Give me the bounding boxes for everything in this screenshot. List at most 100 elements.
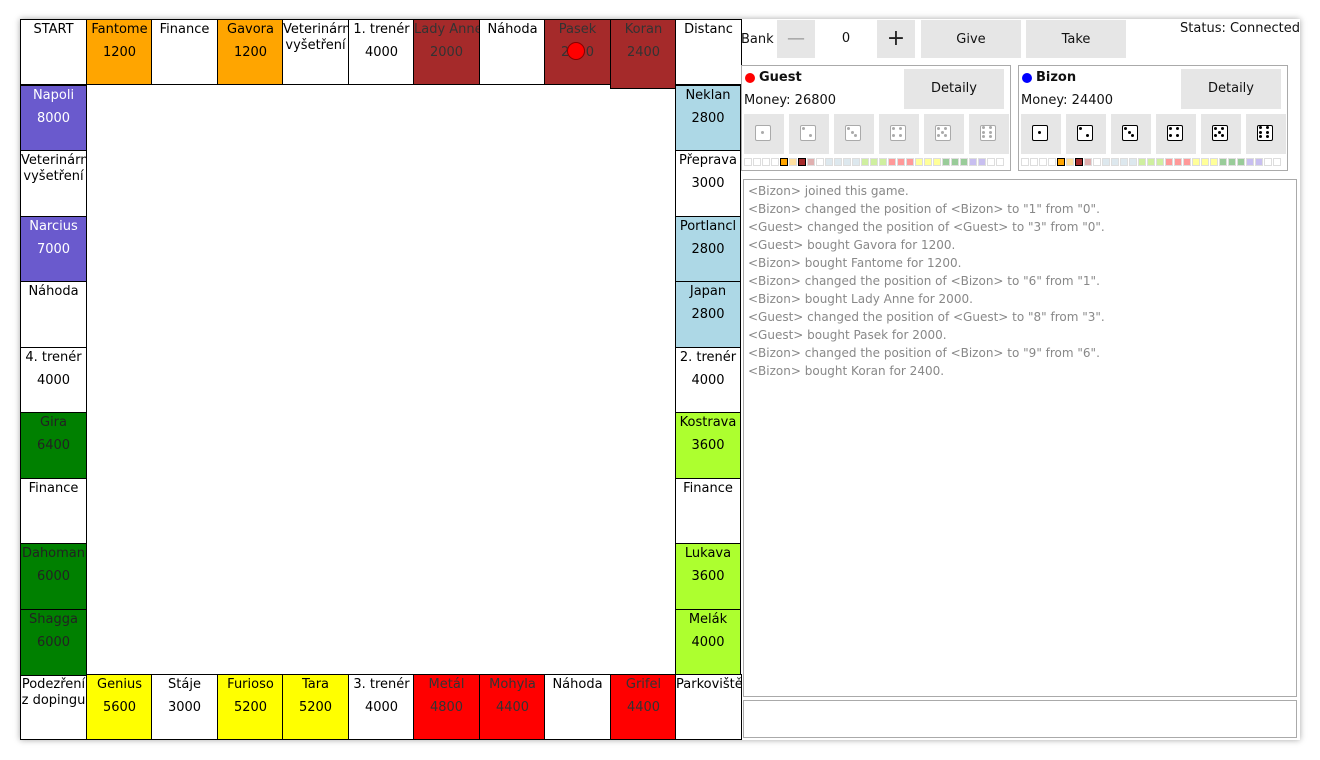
dice-4-button[interactable] — [1156, 114, 1196, 154]
board-cell-japan[interactable]: Japan 2800 — [675, 281, 741, 348]
property-indicator — [1066, 158, 1074, 166]
board-cell-start[interactable]: START — [20, 19, 87, 85]
board-cell-narcius[interactable]: Narcius 7000 — [20, 216, 87, 283]
player-card-bizon: Bizon Money: 24400 Detaily — [1018, 65, 1288, 171]
cell-price: 4000 — [691, 373, 725, 388]
log-entry: <Bizon> bought Fantome for 1200. — [748, 256, 962, 270]
cell-name: Přeprava — [679, 153, 737, 168]
board-cell-dahoman[interactable]: Dahoman 6000 — [20, 543, 87, 610]
property-indicator — [915, 158, 923, 166]
board-cell-portlancl[interactable]: Portlancl 2800 — [675, 216, 741, 283]
cell-name: 4. trenér — [25, 350, 82, 365]
connection-status: Status: Connected — [1180, 21, 1300, 36]
dice-3-button[interactable] — [1111, 114, 1151, 154]
board-cell-preprava[interactable]: Přeprava 3000 — [675, 150, 741, 217]
dice-1-icon — [755, 125, 771, 141]
board-cell-2-trener[interactable]: 2. trenér 4000 — [675, 347, 741, 414]
dice-1-button[interactable] — [1021, 114, 1061, 154]
property-indicator — [1183, 158, 1191, 166]
cell-name: Lukava — [684, 546, 732, 561]
board-cell-metal[interactable]: Metál 4800 — [413, 674, 480, 740]
cell-name: Shagga — [29, 612, 78, 627]
board-cell-mohyla[interactable]: Mohyla 4400 — [479, 674, 546, 740]
property-indicator — [1174, 158, 1182, 166]
player-detail-button[interactable]: Detaily — [1181, 69, 1281, 109]
board-cell-nahoda[interactable]: Náhoda — [544, 674, 611, 740]
board-cell-fantome[interactable]: Fantome 1200 — [86, 19, 153, 85]
player-money: Money: 26800 — [744, 93, 837, 108]
bank-increment-button[interactable]: + — [877, 20, 915, 58]
board-cell-staje[interactable]: Stáje 3000 — [151, 674, 218, 740]
cell-name: 3. trenér — [353, 677, 410, 692]
property-indicator — [978, 158, 986, 166]
player-color-dot — [745, 73, 755, 83]
cell-name: Neklan — [685, 88, 731, 103]
board-cell-shagga[interactable]: Shagga 6000 — [20, 609, 87, 676]
dice-4-button[interactable] — [879, 114, 919, 154]
cell-price: 8000 — [36, 111, 71, 126]
dice-6-button[interactable] — [969, 114, 1009, 154]
dice-row — [1021, 114, 1286, 154]
board-center — [106, 104, 695, 693]
board-cell-genius[interactable]: Genius 5600 — [86, 674, 153, 740]
property-indicator — [1246, 158, 1254, 166]
property-indicator — [1228, 158, 1236, 166]
board-cell-tara[interactable]: Tara 5200 — [282, 674, 349, 740]
dice-2-button[interactable] — [789, 114, 829, 154]
board-cell-veterinarni-vysetreni[interactable]: Veterinární vyšetření — [282, 19, 349, 85]
cell-price: 6400 — [36, 438, 71, 453]
give-button[interactable]: Give — [921, 20, 1021, 58]
board-cell-nahoda[interactable]: Náhoda — [20, 281, 87, 348]
board-cell-finance[interactable]: Finance — [675, 478, 741, 545]
cell-name: Tara — [301, 677, 330, 692]
board-cell-1-trener[interactable]: 1. trenér 4000 — [348, 19, 415, 85]
property-indicator — [762, 158, 770, 166]
board-cell-nahoda[interactable]: Náhoda — [479, 19, 546, 85]
board-cell-lady-anne[interactable]: Lady Anne 2000 — [413, 19, 480, 85]
board-cell-finance[interactable]: Finance — [151, 19, 218, 85]
board-cell-furioso[interactable]: Furioso 5200 — [217, 674, 284, 740]
dice-2-button[interactable] — [1066, 114, 1106, 154]
board-cell-neklan[interactable]: Neklan 2800 — [675, 85, 741, 152]
bank-label: Bank — [741, 32, 774, 47]
property-indicator — [1039, 158, 1047, 166]
dice-1-button[interactable] — [744, 114, 784, 154]
cell-name: 1. trenér — [353, 22, 410, 37]
cell-price: 3000 — [691, 176, 725, 191]
take-button[interactable]: Take — [1026, 20, 1126, 58]
dice-5-button[interactable] — [924, 114, 964, 154]
board-cell-koran[interactable]: Koran 2400 — [610, 19, 677, 89]
board-cell-grifel[interactable]: Grifel 4400 — [610, 674, 677, 740]
dice-5-button[interactable] — [1201, 114, 1241, 154]
chat-input[interactable] — [743, 700, 1297, 738]
log-entry: <Bizon> bought Koran for 2400. — [748, 364, 945, 378]
property-indicator — [960, 158, 968, 166]
board-cell-distanc[interactable]: Distanc — [675, 19, 742, 85]
player-money: Money: 24400 — [1021, 93, 1114, 108]
board-cell-veterinarni-vysetreni[interactable]: Veterinární vyšetření — [20, 150, 87, 217]
dice-6-button[interactable] — [1246, 114, 1286, 154]
player-token-guest — [567, 42, 585, 60]
board-cell-napoli[interactable]: Napoli 8000 — [20, 85, 87, 152]
board-cell-gavora[interactable]: Gavora 1200 — [217, 19, 284, 85]
bank-decrement-button[interactable]: — — [777, 20, 815, 58]
bank-amount-input[interactable]: 0 — [816, 20, 876, 58]
log-entry: <Bizon> changed the position of <Bizon> … — [748, 346, 1100, 360]
cell-price: 3000 — [167, 700, 202, 715]
board-cell-finance[interactable]: Finance — [20, 478, 87, 545]
player-detail-button[interactable]: Detaily — [904, 69, 1004, 109]
board-cell-podezreni-z-dopingu[interactable]: Podezření z dopingu — [20, 674, 87, 740]
cell-name: Náhoda — [28, 284, 79, 299]
board-cell-gira[interactable]: Gira 6400 — [20, 412, 87, 479]
cell-price: 2800 — [691, 111, 725, 126]
board-cell-melak[interactable]: Melák 4000 — [675, 609, 741, 676]
board-cell-lukava[interactable]: Lukava 3600 — [675, 543, 741, 610]
property-indicator — [834, 158, 842, 166]
dice-3-button[interactable] — [834, 114, 874, 154]
board-cell-parkoviste[interactable]: Parkoviště — [675, 674, 742, 740]
game-log[interactable]: <Bizon> joined this game. <Bizon> changed… — [743, 179, 1297, 697]
board-cell-4-trener[interactable]: 4. trenér 4000 — [20, 347, 87, 414]
board-cell-3-trener[interactable]: 3. trenér 4000 — [348, 674, 415, 740]
cell-name: Stáje — [168, 677, 201, 692]
board-cell-kostrava[interactable]: Kostrava 3600 — [675, 412, 741, 479]
